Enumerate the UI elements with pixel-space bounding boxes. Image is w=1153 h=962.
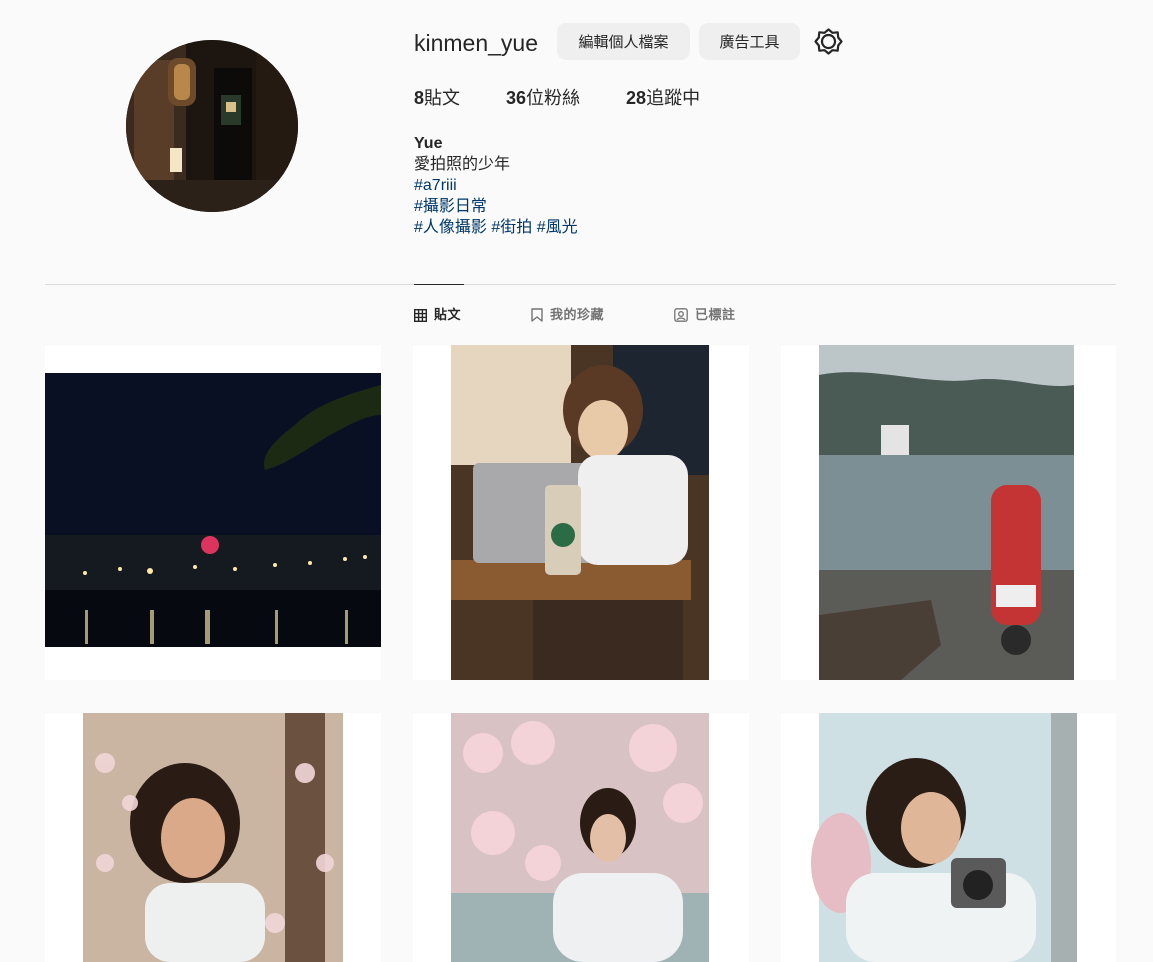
- bio-line: 愛拍照的少年: [414, 156, 511, 173]
- tabs-divider: [45, 284, 1116, 285]
- following-stat[interactable]: 28追蹤中: [626, 87, 700, 109]
- profile-full-name: Yue: [414, 135, 443, 152]
- hashtag-link[interactable]: #街拍: [491, 219, 532, 236]
- profile-username: kinmen_yue: [414, 30, 539, 56]
- following-count: 28: [626, 88, 647, 108]
- profile-tabs: 貼文 我的珍藏 已標註: [414, 305, 806, 325]
- active-tab-indicator: [414, 284, 464, 285]
- posts-label: 貼文: [424, 88, 461, 108]
- ad-tools-button[interactable]: 廣告工具: [699, 23, 800, 60]
- edit-profile-button[interactable]: 編輯個人檔案: [557, 23, 690, 60]
- posts-count: 8: [414, 88, 425, 108]
- tab-posts-label: 貼文: [434, 307, 462, 322]
- gear-icon[interactable]: [814, 27, 843, 56]
- tagged-user-icon: [674, 308, 688, 322]
- posts-count-stat: 8貼文: [414, 87, 460, 109]
- profile-bio: Yue 愛拍照的少年 #a7riii #攝影日常 #人像攝影 #街拍 #風光: [414, 133, 578, 238]
- hashtag-link[interactable]: #a7riii: [414, 177, 457, 194]
- following-label: 追蹤中: [646, 88, 701, 108]
- followers-stat[interactable]: 36位粉絲: [506, 87, 580, 109]
- post-thumbnail[interactable]: [781, 713, 1116, 962]
- tab-tagged-label: 已標註: [695, 307, 736, 322]
- post-thumbnail[interactable]: [413, 713, 749, 962]
- followers-count: 36: [506, 88, 527, 108]
- tab-saved-label: 我的珍藏: [550, 307, 605, 322]
- followers-label: 位粉絲: [526, 88, 581, 108]
- post-thumbnail[interactable]: [413, 345, 749, 680]
- hashtag-link[interactable]: #人像攝影: [414, 219, 487, 236]
- post-thumbnail[interactable]: [45, 713, 381, 962]
- profile-avatar[interactable]: [126, 40, 298, 212]
- tab-tagged[interactable]: 已標註: [674, 305, 736, 325]
- hashtag-link[interactable]: #攝影日常: [414, 198, 487, 215]
- profile-stats: 8貼文 36位粉絲 28追蹤中: [414, 87, 746, 109]
- hashtag-link[interactable]: #風光: [537, 219, 578, 236]
- post-thumbnail[interactable]: [781, 345, 1116, 680]
- bookmark-icon: [531, 308, 543, 322]
- tab-saved[interactable]: 我的珍藏: [531, 305, 604, 325]
- post-thumbnail[interactable]: [45, 345, 381, 680]
- grid-icon: [414, 308, 427, 322]
- tab-posts[interactable]: 貼文: [414, 305, 461, 325]
